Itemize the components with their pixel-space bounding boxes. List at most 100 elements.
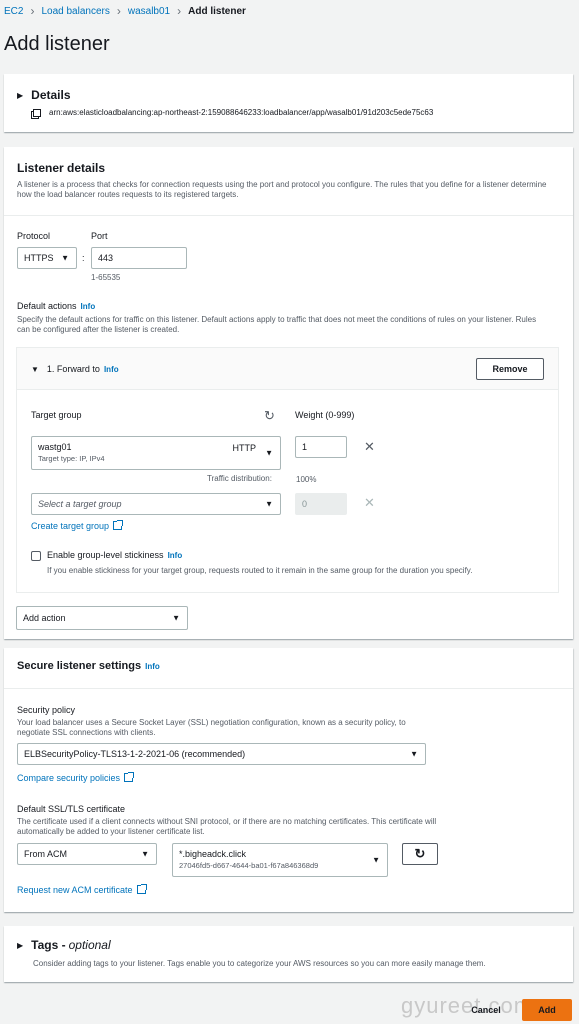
target-group-label: Target group xyxy=(31,410,82,420)
tags-toggle[interactable]: ▶ Tags - optional xyxy=(17,938,111,952)
target-group-select[interactable]: wastg01 Target type: IP, IPv4 HTTP ▼ xyxy=(31,436,281,470)
certificate-source-select[interactable]: From ACM ▼ xyxy=(17,843,157,865)
port-label: Port xyxy=(91,231,108,241)
refresh-icon: ↻ xyxy=(414,846,426,861)
breadcrumb-current: Add listener xyxy=(188,5,246,17)
remove-button[interactable]: Remove xyxy=(476,358,544,380)
tags-description: Consider adding tags to your listener. T… xyxy=(33,959,486,968)
external-link-icon xyxy=(136,884,147,894)
certificate-description: The certificate used if a client connect… xyxy=(17,817,437,836)
default-actions-label: Default actions xyxy=(17,301,77,311)
add-button[interactable]: Add xyxy=(522,999,572,1021)
certificate-source-value: From ACM xyxy=(24,849,68,859)
target-group-meta: Target type: IP, IPv4 xyxy=(38,454,105,463)
default-actions-info-link[interactable]: Info xyxy=(81,302,96,311)
protocol-label: Protocol xyxy=(17,231,51,241)
external-link-icon xyxy=(113,520,124,530)
forward-info-link[interactable]: Info xyxy=(104,365,119,374)
breadcrumb-ec2[interactable]: EC2 xyxy=(4,6,23,17)
divider xyxy=(4,215,573,216)
stickiness-description: If you enable stickiness for your target… xyxy=(47,566,473,575)
weight-label: Weight (0-999) xyxy=(295,410,355,420)
certificate-select[interactable]: *.bigheadck.click 27046fd5-d667-4644-ba0… xyxy=(172,843,388,877)
caret-down-icon: ▼ xyxy=(265,499,273,509)
request-link-text: Request new ACM certificate xyxy=(17,885,133,895)
compare-security-policies-link[interactable]: Compare security policies xyxy=(17,772,135,783)
details-panel: ▶ Details arn:aws:elasticloadbalancing:a… xyxy=(4,74,573,132)
weight-input[interactable]: 1 xyxy=(295,436,347,458)
listener-details-description: A listener is a process that checks for … xyxy=(17,180,547,199)
forward-title: 1. Forward to xyxy=(46,364,100,374)
add-action-select[interactable]: Add action ▼ xyxy=(16,606,188,630)
certificate-label: Default SSL/TLS certificate xyxy=(17,804,126,814)
breadcrumb: EC2 › Load balancers › wasalb01 › Add li… xyxy=(4,4,246,18)
secure-heading: Secure listener settings Info xyxy=(17,660,160,672)
stickiness-checkbox[interactable] xyxy=(31,551,41,561)
arn-row: arn:aws:elasticloadbalancing:ap-northeas… xyxy=(33,108,433,117)
chevron-right-icon: › xyxy=(116,4,121,18)
empty-weight-input[interactable]: 0 xyxy=(295,493,347,515)
caret-down-icon: ▼ xyxy=(410,749,418,759)
protocol-port-colon: : xyxy=(82,253,85,263)
tags-title: Tags - xyxy=(31,938,66,952)
caret-right-icon: ▶ xyxy=(17,90,24,100)
protocol-select[interactable]: HTTPS ▼ xyxy=(17,247,77,269)
chevron-right-icon: › xyxy=(177,4,182,18)
stickiness-label: Enable group-level stickiness xyxy=(47,550,164,560)
cancel-button[interactable]: Cancel xyxy=(463,999,509,1021)
remove-target-group-icon[interactable]: ✕ xyxy=(364,439,375,455)
weight-value: 1 xyxy=(302,442,308,452)
add-action-label: Add action xyxy=(23,613,66,623)
breadcrumb-wasalb01[interactable]: wasalb01 xyxy=(128,6,170,17)
security-policy-description: Your load balancer uses a Secure Socket … xyxy=(17,718,406,737)
caret-down-icon: ▼ xyxy=(31,364,39,374)
protocol-value: HTTPS xyxy=(24,253,54,263)
page-title: Add listener xyxy=(4,33,110,55)
secure-info-link[interactable]: Info xyxy=(145,662,160,671)
forward-action-box: ▼ 1. Forward to Info Remove Target group… xyxy=(16,347,559,593)
target-group-protocol: HTTP xyxy=(232,443,257,453)
port-input[interactable]: 443 xyxy=(91,247,187,269)
create-target-group-text: Create target group xyxy=(31,521,110,531)
remove-empty-target-icon[interactable]: ✕ xyxy=(364,495,375,511)
caret-right-icon: ▶ xyxy=(17,940,24,950)
caret-down-icon: ▼ xyxy=(61,253,69,263)
forward-toggle[interactable]: ▼ 1. Forward to Info xyxy=(31,364,119,374)
external-link-icon xyxy=(124,772,135,782)
stickiness-info-link[interactable]: Info xyxy=(168,551,183,560)
create-target-group-link[interactable]: Create target group xyxy=(31,520,124,531)
traffic-distribution-value: 100% xyxy=(296,475,317,484)
empty-weight-value: 0 xyxy=(302,499,308,509)
stickiness-heading: Enable group-level stickiness Info xyxy=(47,550,182,560)
refresh-certificates-button[interactable]: ↻ xyxy=(402,843,438,865)
caret-down-icon: ▼ xyxy=(265,448,273,458)
request-acm-certificate-link[interactable]: Request new ACM certificate xyxy=(17,884,147,895)
caret-down-icon: ▼ xyxy=(141,849,149,859)
tags-optional: optional xyxy=(68,938,111,952)
caret-down-icon: ▼ xyxy=(372,855,380,865)
breadcrumb-load-balancers[interactable]: Load balancers xyxy=(41,6,109,17)
chevron-right-icon: › xyxy=(30,4,35,18)
security-policy-value: ELBSecurityPolicy-TLS13-1-2-2021-06 (rec… xyxy=(24,749,246,759)
certificate-id: 27046fd5-d667-4644-ba01-f67a846368d9 xyxy=(179,861,319,870)
refresh-icon[interactable]: ↻ xyxy=(264,408,275,424)
tags-panel: ▶ Tags - optional Consider adding tags t… xyxy=(4,926,573,982)
details-toggle[interactable]: ▶ Details xyxy=(17,88,71,102)
select-target-group-select[interactable]: Select a target group ▼ xyxy=(31,493,281,515)
certificate-name: *.bigheadck.click xyxy=(179,849,247,859)
security-policy-select[interactable]: ELBSecurityPolicy-TLS13-1-2-2021-06 (rec… xyxy=(17,743,426,765)
caret-down-icon: ▼ xyxy=(172,613,180,623)
copy-icon[interactable] xyxy=(33,108,41,117)
listener-details-title: Listener details xyxy=(17,161,106,175)
traffic-distribution-label: Traffic distribution: xyxy=(207,474,272,483)
details-title: Details xyxy=(31,88,71,102)
security-policy-label: Security policy xyxy=(17,705,76,715)
secure-listener-panel: Secure listener settings Info Security po… xyxy=(4,648,573,912)
secure-title: Secure listener settings xyxy=(17,660,142,672)
port-hint: 1-65535 xyxy=(91,273,121,282)
default-actions-heading: Default actions Info xyxy=(17,301,95,311)
port-value: 443 xyxy=(98,253,114,263)
default-actions-description: Specify the default actions for traffic … xyxy=(17,315,537,334)
select-target-group-placeholder: Select a target group xyxy=(38,499,122,509)
divider xyxy=(4,688,573,689)
